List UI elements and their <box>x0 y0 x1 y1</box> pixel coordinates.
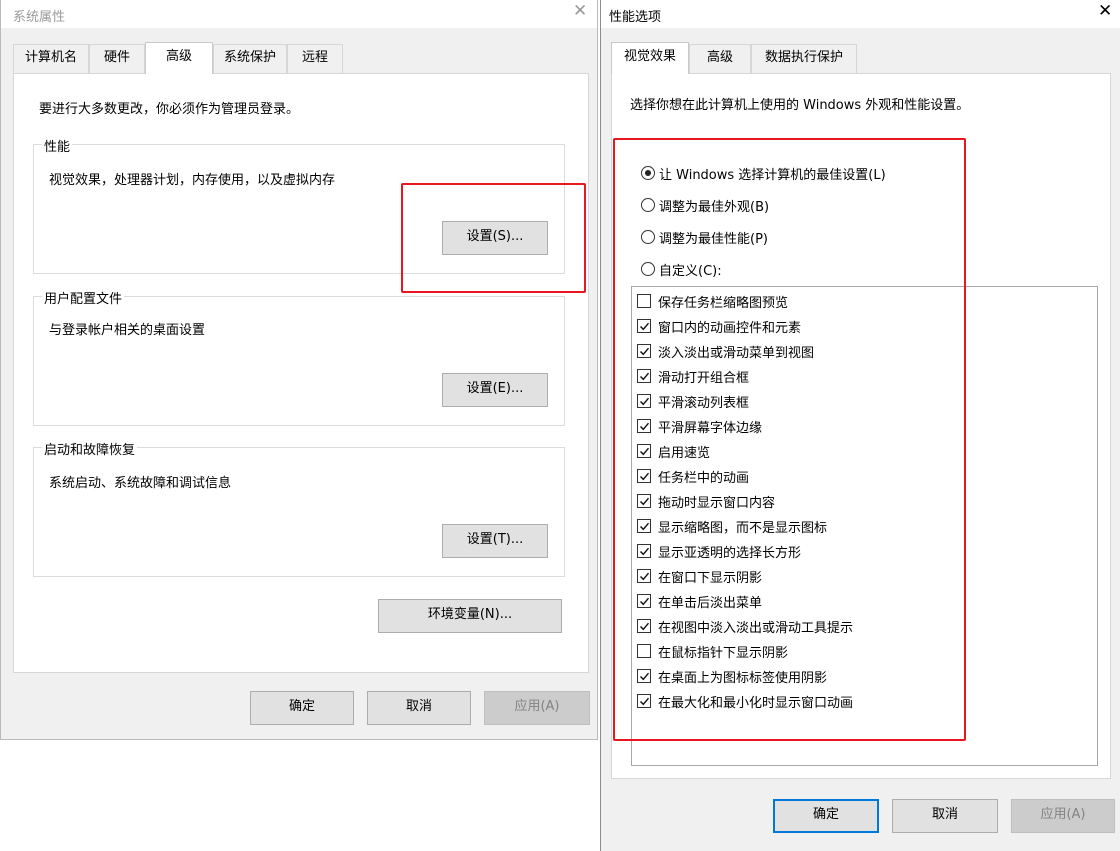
user-profiles-settings-button[interactable]: 设置(E)... <box>442 373 548 407</box>
checkbox-unchecked-icon[interactable] <box>637 644 651 658</box>
checkbox-checked-icon[interactable] <box>637 519 651 533</box>
radio-option-label: 让 Windows 选择计算机的最佳设置(L) <box>659 168 886 183</box>
checkbox-checked-icon[interactable] <box>637 594 651 608</box>
tab-advanced[interactable]: 高级 <box>145 42 213 74</box>
visual-effects-panel: 选择你想在此计算机上使用的 Windows 外观和性能设置。 让 Windows… <box>611 73 1111 779</box>
environment-variables-button[interactable]: 环境变量(N)... <box>378 599 562 633</box>
user-profiles-group: 用户配置文件 与登录帐户相关的桌面设置 设置(E)... <box>33 288 565 426</box>
radio-unselected-icon[interactable] <box>641 262 655 276</box>
ok-button[interactable]: 确定 <box>250 691 354 725</box>
visual-effect-option-label: 在最大化和最小化时显示窗口动画 <box>658 696 854 711</box>
user-profiles-group-title: 用户配置文件 <box>42 288 125 307</box>
ok-button[interactable]: 确定 <box>773 799 879 833</box>
radio-option-label: 调整为最佳外观(B) <box>659 200 770 215</box>
tab-computer-name[interactable]: 计算机名 <box>13 44 89 74</box>
visual-effect-option-label: 保存任务栏缩略图预览 <box>658 296 789 311</box>
close-icon[interactable]: ✕ <box>1098 3 1112 20</box>
system-properties-tabs: 计算机名 硬件 高级 系统保护 远程 <box>13 42 343 74</box>
checkbox-checked-icon[interactable] <box>637 469 651 483</box>
visual-effects-intro: 选择你想在此计算机上使用的 Windows 外观和性能设置。 <box>630 98 970 113</box>
checkbox-checked-icon[interactable] <box>637 444 651 458</box>
close-icon[interactable]: ✕ <box>573 3 587 20</box>
checkbox-checked-icon[interactable] <box>637 544 651 558</box>
performance-options-tabs: 视觉效果 高级 数据执行保护 <box>611 42 857 74</box>
visual-effects-option-list[interactable]: 保存任务栏缩略图预览 窗口内的动画控件和元素 淡入淡出或滑动菜单到视图 滑动打开组合框… <box>631 286 1098 766</box>
performance-desc: 视觉效果，处理器计划，内存使用，以及虚拟内存 <box>49 173 336 188</box>
performance-options-titlebar[interactable]: 性能选项 ✕ <box>601 0 1120 28</box>
apply-button[interactable]: 应用(A) <box>484 691 590 725</box>
radio-unselected-icon[interactable] <box>641 198 655 212</box>
performance-group-title: 性能 <box>42 136 73 155</box>
system-properties-title: 系统属性 <box>13 10 66 25</box>
checkbox-checked-icon[interactable] <box>637 619 651 633</box>
system-properties-dialog: 系统属性 ✕ 计算机名 硬件 高级 系统保护 远程 要进行大多数更改，你必须作为… <box>0 0 598 740</box>
checkbox-checked-icon[interactable] <box>637 569 651 583</box>
radio-option-label: 自定义(C): <box>659 264 722 279</box>
cancel-button[interactable]: 取消 <box>892 799 998 833</box>
visual-effect-option-label: 任务栏中的动画 <box>658 471 750 486</box>
startup-recovery-group: 启动和故障恢复 系统启动、系统故障和调试信息 设置(T)... <box>33 439 565 577</box>
checkbox-checked-icon[interactable] <box>637 669 651 683</box>
checkbox-checked-icon[interactable] <box>637 369 651 383</box>
visual-effect-option-label: 淡入淡出或滑动菜单到视图 <box>658 346 815 361</box>
performance-settings-button[interactable]: 设置(S)... <box>442 221 548 255</box>
visual-effect-option-label: 显示缩略图，而不是显示图标 <box>658 521 828 536</box>
startup-recovery-settings-button[interactable]: 设置(T)... <box>442 524 548 558</box>
performance-options-title: 性能选项 <box>609 10 662 25</box>
performance-options-dialog: 性能选项 ✕ 视觉效果 高级 数据执行保护 选择你想在此计算机上使用的 Wind… <box>600 0 1120 851</box>
tab-data-execution-prevention[interactable]: 数据执行保护 <box>751 44 857 74</box>
startup-recovery-desc: 系统启动、系统故障和调试信息 <box>49 476 232 491</box>
radio-option-label: 调整为最佳性能(P) <box>659 232 768 247</box>
cancel-button[interactable]: 取消 <box>367 691 471 725</box>
tab-remote[interactable]: 远程 <box>287 44 343 74</box>
admin-note: 要进行大多数更改，你必须作为管理员登录。 <box>39 102 300 117</box>
visual-effect-option-label: 平滑滚动列表框 <box>658 396 750 411</box>
system-properties-titlebar[interactable]: 系统属性 ✕ <box>1 0 597 28</box>
tab-visual-effects[interactable]: 视觉效果 <box>611 42 689 74</box>
performance-group: 性能 视觉效果，处理器计划，内存使用，以及虚拟内存 设置(S)... <box>33 136 565 274</box>
tab-advanced[interactable]: 高级 <box>689 44 751 74</box>
radio-unselected-icon[interactable] <box>641 230 655 244</box>
checkbox-checked-icon[interactable] <box>637 419 651 433</box>
visual-effect-option-label: 显示亚透明的选择长方形 <box>658 546 802 561</box>
checkbox-checked-icon[interactable] <box>637 344 651 358</box>
tab-system-protection[interactable]: 系统保护 <box>213 44 287 74</box>
user-profiles-desc: 与登录帐户相关的桌面设置 <box>49 323 206 338</box>
visual-effect-option-label: 在窗口下显示阴影 <box>658 571 763 586</box>
visual-effect-option-label: 平滑屏幕字体边缘 <box>658 421 763 436</box>
apply-button[interactable]: 应用(A) <box>1011 799 1115 833</box>
checkbox-checked-icon[interactable] <box>637 319 651 333</box>
checkbox-checked-icon[interactable] <box>637 494 651 508</box>
checkbox-checked-icon[interactable] <box>637 694 651 708</box>
visual-effect-option-label: 在单击后淡出菜单 <box>658 596 763 611</box>
checkbox-checked-icon[interactable] <box>637 394 651 408</box>
radio-selected-icon[interactable] <box>641 166 655 180</box>
tab-hardware[interactable]: 硬件 <box>89 44 145 74</box>
visual-effect-option-label: 拖动时显示窗口内容 <box>658 496 776 511</box>
visual-effect-option-label: 滑动打开组合框 <box>658 371 750 386</box>
visual-effect-option-label: 在桌面上为图标标签使用阴影 <box>658 671 828 686</box>
checkbox-unchecked-icon[interactable] <box>637 294 651 308</box>
visual-effect-option-label: 启用速览 <box>658 446 711 461</box>
visual-effect-option-label: 在鼠标指针下显示阴影 <box>658 646 789 661</box>
startup-recovery-group-title: 启动和故障恢复 <box>42 439 138 458</box>
advanced-tab-panel: 要进行大多数更改，你必须作为管理员登录。 性能 视觉效果，处理器计划，内存使用，… <box>13 73 589 673</box>
visual-effect-option-label: 窗口内的动画控件和元素 <box>658 321 802 336</box>
visual-effect-option-label: 在视图中淡入淡出或滑动工具提示 <box>658 621 854 636</box>
